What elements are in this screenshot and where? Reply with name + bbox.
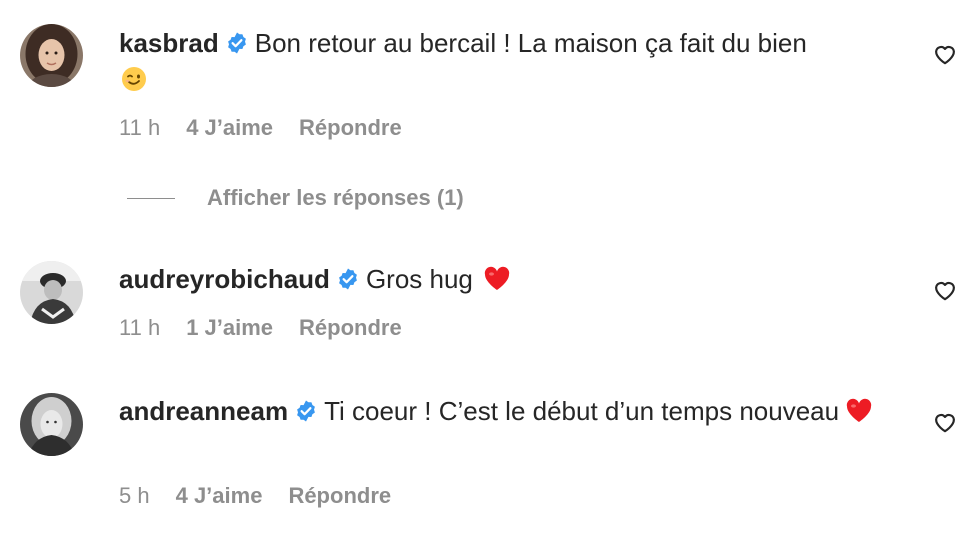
avatar-image-kasbrad [20,24,83,87]
heart-outline-icon[interactable] [932,41,958,67]
avatar[interactable] [20,261,83,324]
comment-likes-count[interactable]: 1 J’aime [186,315,273,340]
red-heart-emoji [845,397,873,433]
comment-likes-count[interactable]: 4 J’aime [176,483,263,508]
comment-time[interactable]: 11 h [119,315,160,340]
comment-username[interactable]: andreanneam [119,396,288,426]
show-replies-button[interactable]: Afficher les réponses (1) [127,183,464,213]
heart-outline-icon[interactable] [932,409,958,435]
comment-time[interactable]: 5 h [119,483,150,508]
comment-body: andreanneam Ti coeur ! C’est le début d’u… [119,393,909,433]
comment-text: Ti coeur ! C’est le début d’un temps nou… [324,396,840,426]
avatar[interactable] [20,393,83,456]
replies-divider-line [127,197,175,199]
reply-button[interactable]: Répondre [288,483,391,508]
comment-body: audreyrobichaud Gros hug [119,261,909,301]
reply-button[interactable]: Répondre [299,315,402,340]
comment-meta: 11 h 4 J’aime Répondre [119,114,402,142]
comment-time[interactable]: 11 h [119,115,160,140]
comment-likes-count[interactable]: 4 J’aime [186,115,273,140]
verified-badge-icon [339,268,357,290]
wink-emoji-icon [122,67,146,91]
comment-username[interactable]: audreyrobichaud [119,264,330,294]
avatar-image-audreyrobichaud [20,261,83,324]
wink-emoji [121,65,147,101]
comment-meta: 11 h 1 J’aime Répondre [119,314,402,342]
red-heart-emoji-icon [846,398,872,422]
comment-username[interactable]: kasbrad [119,28,219,58]
show-replies-label: Afficher les réponses (1) [207,185,464,210]
comment-text: Gros hug [365,264,473,294]
verified-badge-icon [227,32,246,54]
red-heart-emoji [483,265,511,301]
avatar-image-andreanneam [20,393,83,456]
verified-badge-icon [297,400,315,422]
reply-button[interactable]: Répondre [299,115,402,140]
heart-outline-icon[interactable] [932,277,958,303]
comment-body: kasbrad Bon retour au bercail ! La maison… [119,25,909,101]
comment-meta: 5 h 4 J’aime Répondre [119,482,391,510]
comment-text: Bon retour au bercail ! La maison ça fai… [254,28,807,58]
red-heart-emoji-icon [484,266,510,290]
avatar[interactable] [20,24,83,87]
